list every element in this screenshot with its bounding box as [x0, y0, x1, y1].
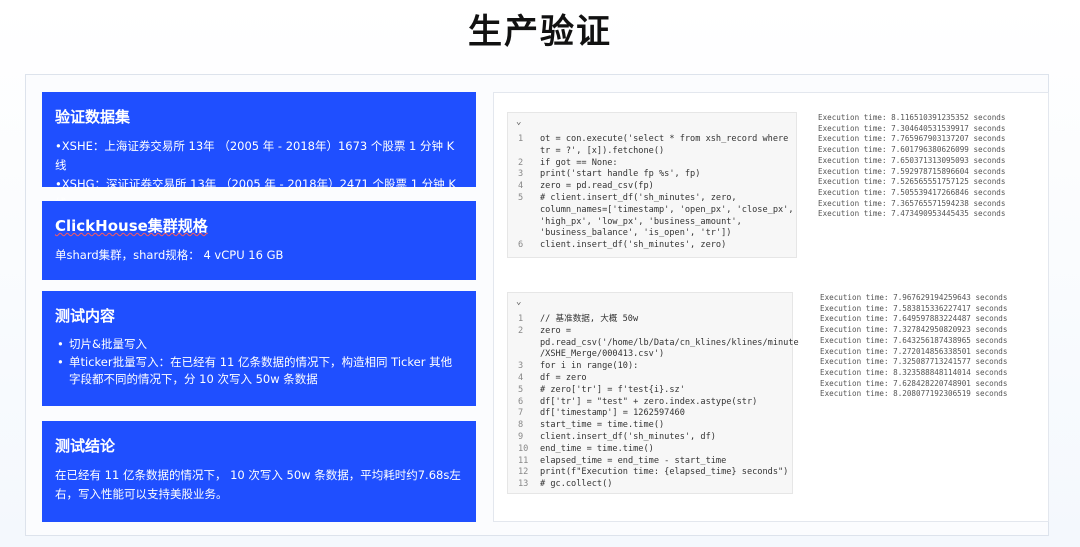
code-line: 12 print(f"Execution time: {elapsed_time}… — [518, 467, 789, 479]
line-number: 4 — [518, 181, 524, 192]
code-text: # zero['tr'] = f'test{i}.sz' — [540, 384, 685, 395]
code-text: pd.read_csv('/home/lb/Data/cn_klines/kli… — [540, 337, 799, 348]
test-content-panel: 测试内容 切片&批量写入 单ticker批量写入：在已经有 11 亿条数据的情况… — [42, 291, 476, 406]
line-number: 2 — [518, 157, 524, 168]
line-number: 7 — [518, 408, 524, 419]
conclusion-panel: 测试结论 在已经有 11 亿条数据的情况下， 10 次写入 50w 条数据，平均… — [42, 421, 476, 522]
code-line: 10 end_time = time.time() — [518, 444, 786, 456]
line-number: 11 — [518, 455, 529, 466]
code-text: print('start handle fp %s', fp) — [540, 169, 701, 180]
line-number — [518, 338, 540, 350]
code-line: 2 zero = — [518, 326, 786, 338]
code-line: pd.read_csv('/home/lb/Data/cn_klines/kli… — [518, 338, 799, 350]
dataset-line-xshe: •XSHE：上海证券交易所 13年 （2005 年 - 2018年）1673 个… — [55, 139, 455, 172]
code-line: 8 start_time = time.time() — [518, 420, 786, 432]
test-content-list: 切片&批量写入 单ticker批量写入：在已经有 11 亿条数据的情况下，构造相… — [55, 336, 463, 388]
code-text: client.insert_df('sh_minutes', zero) — [540, 240, 727, 251]
cell-output: Execution time: 8.116510391235352 second… — [818, 113, 1006, 219]
line-number — [518, 217, 540, 229]
list-item: 切片&批量写入 — [55, 336, 463, 353]
line-number: 5 — [518, 384, 524, 395]
code-line: 9 client.insert_df('sh_minutes', df) — [518, 432, 786, 444]
code-line: 7 df['timestamp'] = 1262597460 — [518, 408, 786, 420]
conclusion-text: 在已经有 11 亿条数据的情况下， 10 次写入 50w 条数据，平均耗时约7.… — [55, 468, 461, 501]
code-text: zero = pd.read_csv(fp) — [540, 181, 654, 192]
code-text: // 基准数据, 大概 50w — [540, 314, 639, 324]
code-line: 5 # client.insert_df('sh_minutes', zero, — [518, 193, 790, 205]
line-number: 13 — [518, 479, 529, 490]
code-line: tr = ?', [x]).fetchone() — [518, 146, 790, 158]
code-text: zero = — [540, 325, 572, 336]
code-line: 11 elapsed_time = end_time - start_time — [518, 456, 786, 468]
cluster-spec: 单shard集群，shard规格： 4 vCPU 16 GB — [55, 248, 284, 262]
code-text: 'business_balance', 'is_open', 'tr']) — [540, 228, 732, 239]
code-text: df['tr'] = "test" + zero.index.astype(st… — [540, 396, 758, 407]
line-number: 4 — [518, 372, 524, 383]
line-number — [518, 205, 540, 217]
line-number: 3 — [518, 169, 524, 180]
page-title: 生产验证 — [468, 12, 612, 52]
chevron-down-icon[interactable]: ⌄ — [516, 117, 521, 127]
dataset-panel: 验证数据集 •XSHE：上海证券交易所 13年 （2005 年 - 2018年）… — [42, 92, 476, 210]
cell-output: Execution time: 7.967629194259643 second… — [820, 293, 1008, 399]
code-text: end_time = time.time() — [540, 443, 654, 454]
code-text: for i in range(10): — [540, 361, 639, 372]
code-line: 6 client.insert_df('sh_minutes', zero) — [518, 240, 790, 252]
line-number — [518, 146, 540, 158]
code-line: 1 // 基准数据, 大概 50w — [518, 314, 786, 326]
code-text: 'high_px', 'low_px', 'business_amount', — [540, 216, 742, 227]
line-number: 8 — [518, 420, 524, 431]
code-line: 4 df = zero — [518, 373, 786, 385]
code-text: /XSHE_Merge/000413.csv') — [540, 349, 665, 360]
code-line: 'high_px', 'low_px', 'business_amount', — [518, 217, 790, 229]
code-line: 6 df['tr'] = "test" + zero.index.astype(s… — [518, 397, 786, 409]
code-text: tr = ?', [x]).fetchone() — [540, 145, 665, 156]
code-text: column_names=['timestamp', 'open_px', 'c… — [540, 204, 794, 215]
code-line: 5 # zero['tr'] = f'test{i}.sz' — [518, 385, 786, 397]
line-number: 6 — [518, 240, 524, 251]
code-text: df = zero — [540, 372, 587, 383]
code-block: 1 ot = con.execute('select * from xsh_rec… — [518, 134, 794, 252]
line-number: 12 — [518, 467, 529, 478]
cluster-title: ClickHouse集群规格 — [55, 217, 208, 235]
line-number: 1 — [518, 314, 524, 324]
code-text: if got == None: — [540, 157, 618, 168]
code-text: elapsed_time = end_time - start_time — [540, 455, 727, 466]
dataset-title: 验证数据集 — [55, 108, 131, 126]
code-line: 'business_balance', 'is_open', 'tr']) — [518, 228, 790, 240]
code-cell[interactable]: ⌄ 1 // 基准数据, 大概 50w 2 zero = pd.read_csv('/h… — [507, 292, 799, 494]
code-text: ot = con.execute('select * from xsh_reco… — [540, 134, 789, 144]
code-text: start_time = time.time() — [540, 420, 665, 431]
line-number: 5 — [518, 192, 524, 203]
line-number: 6 — [518, 396, 524, 407]
line-number: 9 — [518, 431, 524, 442]
code-line: column_names=['timestamp', 'open_px', 'c… — [518, 205, 794, 217]
code-line: 1 ot = con.execute('select * from xsh_rec… — [518, 134, 790, 146]
code-line: 3 for i in range(10): — [518, 361, 786, 373]
line-number: 10 — [518, 443, 529, 454]
code-text: # client.insert_df('sh_minutes', zero, — [540, 192, 737, 203]
test-content-title: 测试内容 — [55, 307, 116, 325]
code-line: 3 print('start handle fp %s', fp) — [518, 169, 790, 181]
code-text: client.insert_df('sh_minutes', df) — [540, 431, 716, 442]
line-number: 1 — [518, 134, 524, 144]
line-number — [518, 349, 540, 361]
code-cell[interactable]: ⌄ 1 ot = con.execute('select * from xsh_r… — [507, 112, 797, 258]
code-line: 2 if got == None: — [518, 158, 790, 170]
conclusion-title: 测试结论 — [55, 437, 116, 455]
chevron-down-icon[interactable]: ⌄ — [516, 297, 521, 307]
code-line: 13 # gc.collect() — [518, 479, 786, 491]
line-number: 2 — [518, 325, 524, 336]
code-text: print(f"Execution time: {elapsed_time} s… — [540, 467, 789, 478]
code-line: /XSHE_Merge/000413.csv') — [518, 349, 786, 361]
line-number: 3 — [518, 361, 524, 372]
code-text: # gc.collect() — [540, 479, 613, 490]
code-line: 4 zero = pd.read_csv(fp) — [518, 181, 790, 193]
cluster-panel: ClickHouse集群规格 单shard集群，shard规格： 4 vCPU … — [42, 201, 476, 280]
code-text: df['timestamp'] = 1262597460 — [540, 408, 685, 419]
code-block: 1 // 基准数据, 大概 50w 2 zero = pd.read_csv('/hom… — [518, 314, 799, 491]
list-item: 单ticker批量写入：在已经有 11 亿条数据的情况下，构造相同 Ticker… — [55, 354, 463, 388]
line-number — [518, 228, 540, 240]
